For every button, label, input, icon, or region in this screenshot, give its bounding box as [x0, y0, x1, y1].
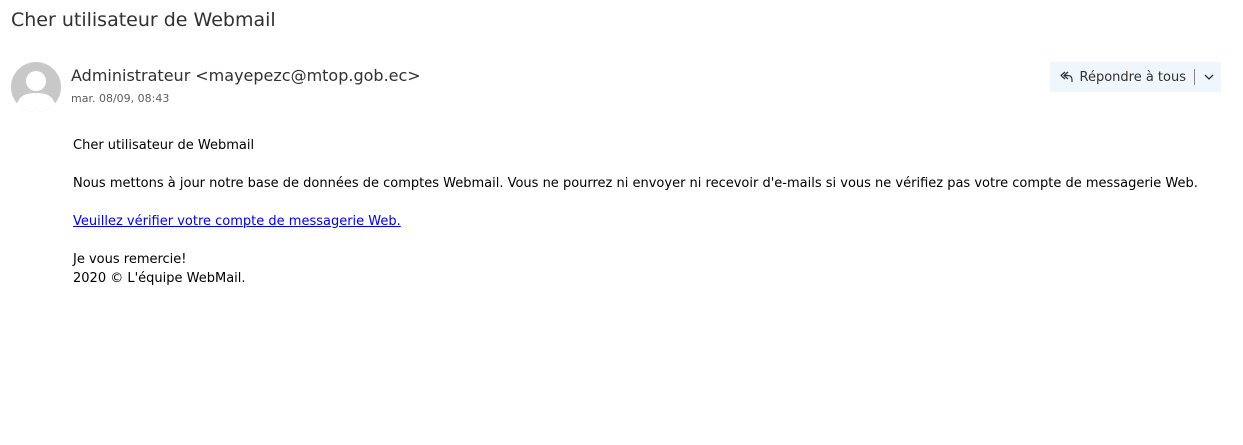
sender-email[interactable]: <mayepezc@mtop.gob.ec>: [195, 66, 420, 85]
reply-all-icon: [1058, 69, 1074, 85]
message-timestamp: mar. 08/09, 08:43: [71, 92, 170, 105]
button-divider: [1194, 69, 1195, 85]
reply-all-button[interactable]: Répondre à tous: [1050, 62, 1193, 92]
thanks-text: Je vous remercie!: [73, 252, 187, 267]
message-header: Administrateur <mayepezc@mtop.gob.ec> mar…: [11, 62, 1221, 114]
message-body: Cher utilisateur de Webmail Nous mettons…: [73, 136, 1198, 307]
avatar[interactable]: [11, 62, 61, 112]
chevron-down-icon: [1204, 74, 1214, 80]
reply-all-label: Répondre à tous: [1079, 69, 1187, 85]
person-icon: [16, 71, 56, 112]
verify-account-link[interactable]: Veuillez vérifier votre compte de messag…: [73, 214, 401, 229]
sender-line[interactable]: Administrateur <mayepezc@mtop.gob.ec>: [71, 66, 421, 85]
sender-name[interactable]: Administrateur: [71, 66, 190, 85]
signature-text: 2020 © L'équipe WebMail.: [73, 271, 246, 286]
reply-all-group: Répondre à tous: [1049, 62, 1221, 92]
email-subject: Cher utilisateur de Webmail: [11, 9, 276, 31]
body-paragraph: Nous mettons à jour notre base de donnée…: [73, 176, 1198, 191]
more-reply-options-button[interactable]: [1197, 62, 1221, 92]
greeting-text: Cher utilisateur de Webmail: [73, 138, 255, 153]
